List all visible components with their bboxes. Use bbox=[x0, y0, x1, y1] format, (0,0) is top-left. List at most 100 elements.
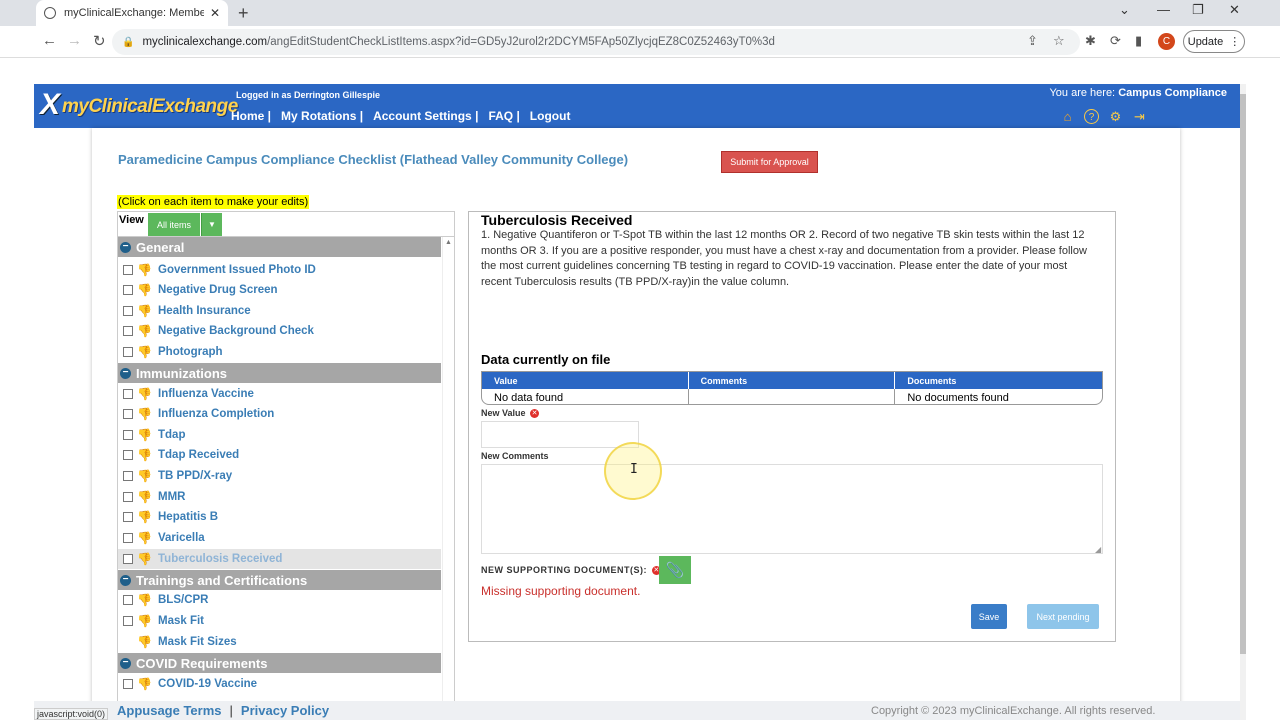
minimize-icon[interactable]: — bbox=[1157, 2, 1170, 17]
collapse-icon[interactable]: − bbox=[120, 367, 131, 379]
checklist-item[interactable]: 👎 Tdap bbox=[118, 425, 441, 445]
url-path: /angEditStudentCheckListItems.aspx?id=GD… bbox=[267, 36, 775, 48]
section-immunizations[interactable]: − Immunizations bbox=[118, 363, 441, 383]
missing-document-message: Missing supporting document. bbox=[481, 584, 641, 598]
new-comments-textarea[interactable] bbox=[481, 464, 1103, 554]
maximize-icon[interactable]: ❐ bbox=[1192, 2, 1204, 18]
home-icon[interactable]: ⌂ bbox=[1060, 109, 1075, 124]
collapse-icon[interactable]: − bbox=[120, 574, 131, 586]
save-button[interactable]: Save bbox=[971, 604, 1007, 629]
url-host: myclinicalexchange.com bbox=[142, 36, 268, 48]
settings-icon[interactable]: ⚙ bbox=[1108, 109, 1123, 124]
nav-my-rotations[interactable]: My Rotations | bbox=[281, 109, 373, 123]
checklist-item[interactable]: 👎 Hepatitis B bbox=[118, 507, 441, 527]
item-checkbox[interactable] bbox=[123, 533, 133, 543]
checklist-scrollbar[interactable]: ▲ bbox=[442, 237, 454, 719]
checklist-item-selected[interactable]: 👎 Tuberculosis Received bbox=[118, 549, 441, 569]
all-items-button[interactable]: All items bbox=[148, 213, 200, 236]
checklist-item[interactable]: 👎 Government Issued Photo ID bbox=[118, 260, 441, 280]
section-title: General bbox=[136, 239, 185, 255]
sync-icon[interactable]: ⟳ bbox=[1110, 33, 1121, 49]
checklist-item[interactable]: 👎 TB PPD/X-ray bbox=[118, 466, 441, 486]
item-checkbox[interactable] bbox=[123, 389, 133, 399]
item-label: Photograph bbox=[158, 346, 223, 358]
share-icon[interactable]: ⇪ bbox=[1027, 33, 1038, 49]
forward-icon[interactable]: → bbox=[67, 32, 82, 49]
item-label: Hepatitis B bbox=[158, 511, 219, 523]
submit-for-approval-button[interactable]: Submit for Approval bbox=[721, 151, 818, 173]
collapse-icon[interactable]: − bbox=[120, 241, 131, 253]
checklist-item[interactable]: 👎 Varicella bbox=[118, 528, 441, 548]
item-checkbox[interactable] bbox=[123, 306, 133, 316]
page-scrollbar-thumb[interactable] bbox=[1240, 94, 1246, 654]
browser-tab-strip: myClinicalExchange: Member Co ✕ + ⌄ — ❐ … bbox=[0, 0, 1280, 26]
item-checkbox[interactable] bbox=[123, 347, 133, 357]
resize-handle-icon[interactable]: ◢ bbox=[1095, 545, 1101, 554]
help-icon[interactable]: ? bbox=[1084, 109, 1099, 124]
thumbs-down-icon: 👎 bbox=[137, 387, 152, 401]
checklist-panel: − General 👎 Government Issued Photo ID 👎 Ne… bbox=[117, 236, 455, 720]
sidepanel-icon[interactable]: ▮ bbox=[1135, 33, 1142, 49]
caret-down-icon[interactable]: ▼ bbox=[201, 213, 222, 236]
privacy-policy-link[interactable]: Privacy Policy bbox=[241, 703, 329, 718]
extensions-icon[interactable]: ✱ bbox=[1085, 33, 1096, 49]
close-tab-icon[interactable]: ✕ bbox=[210, 6, 220, 20]
item-checkbox[interactable] bbox=[123, 512, 133, 522]
item-checkbox[interactable] bbox=[123, 326, 133, 336]
checklist-item[interactable]: 👎 MMR bbox=[118, 487, 441, 507]
item-checkbox[interactable] bbox=[123, 430, 133, 440]
reload-icon[interactable]: ↻ bbox=[93, 32, 106, 50]
section-covid[interactable]: − COVID Requirements bbox=[118, 653, 441, 673]
table-row: No data found No documents found bbox=[482, 389, 1102, 404]
attach-document-button[interactable]: 📎 bbox=[659, 556, 691, 584]
star-icon[interactable]: ☆ bbox=[1053, 33, 1065, 49]
checklist-item[interactable]: 👎 Tdap Received bbox=[118, 445, 441, 465]
checklist-item[interactable]: 👎 BLS/CPR bbox=[118, 590, 441, 610]
item-checkbox[interactable] bbox=[123, 265, 133, 275]
item-checkbox[interactable] bbox=[123, 450, 133, 460]
checklist-item[interactable]: 👎 Negative Drug Screen bbox=[118, 280, 441, 300]
item-checkbox[interactable] bbox=[123, 595, 133, 605]
collapse-icon[interactable]: − bbox=[120, 657, 131, 669]
nav-home[interactable]: Home | bbox=[231, 109, 281, 123]
site-logo[interactable]: X myClinicalExchange bbox=[40, 88, 238, 122]
logged-in-text: Logged in as Derrington Gillespie bbox=[236, 90, 381, 100]
section-trainings[interactable]: − Trainings and Certifications bbox=[118, 570, 441, 590]
checklist-item[interactable]: 👎 Mask Fit Sizes bbox=[118, 632, 441, 652]
section-general[interactable]: − General bbox=[118, 237, 441, 257]
nav-account-settings[interactable]: Account Settings | bbox=[373, 109, 488, 123]
appusage-terms-link[interactable]: Appusage Terms bbox=[117, 703, 222, 718]
item-checkbox[interactable] bbox=[123, 409, 133, 419]
export-icon[interactable]: ⇥ bbox=[1132, 109, 1147, 124]
page-scrollbar[interactable] bbox=[1240, 84, 1246, 720]
item-checkbox[interactable] bbox=[123, 554, 133, 564]
url-field[interactable]: 🔒 myclinicalexchange.com/angEditStudentC… bbox=[112, 29, 1080, 55]
checklist-item[interactable]: 👎 Health Insurance bbox=[118, 301, 441, 321]
checklist-item[interactable]: 👎 COVID-19 Vaccine bbox=[118, 674, 441, 694]
next-pending-button[interactable]: Next pending bbox=[1027, 604, 1099, 629]
thumbs-down-icon: 👎 bbox=[137, 552, 152, 566]
chevron-down-icon[interactable]: ⌄ bbox=[1119, 2, 1130, 18]
item-checkbox[interactable] bbox=[123, 471, 133, 481]
update-button[interactable]: Update ⋮ bbox=[1183, 30, 1245, 53]
new-tab-icon[interactable]: + bbox=[238, 3, 249, 24]
item-checkbox[interactable] bbox=[123, 492, 133, 502]
item-checkbox[interactable] bbox=[123, 285, 133, 295]
nav-logout[interactable]: Logout bbox=[530, 109, 581, 123]
checklist-item[interactable]: 👎 Photograph bbox=[118, 342, 441, 362]
nav-faq[interactable]: FAQ | bbox=[488, 109, 529, 123]
checklist-item[interactable]: 👎 Influenza Vaccine bbox=[118, 384, 441, 404]
browser-tab[interactable]: myClinicalExchange: Member Co ✕ bbox=[36, 0, 228, 26]
item-checkbox[interactable] bbox=[123, 616, 133, 626]
site-header: X myClinicalExchange Logged in as Derrin… bbox=[34, 84, 1240, 128]
scroll-up-icon[interactable]: ▲ bbox=[445, 239, 452, 246]
profile-avatar[interactable]: C bbox=[1158, 33, 1175, 50]
new-value-input[interactable] bbox=[481, 421, 639, 448]
page-title: Paramedicine Campus Compliance Checklist… bbox=[118, 152, 629, 167]
checklist-item[interactable]: 👎 Mask Fit bbox=[118, 611, 441, 631]
close-window-icon[interactable]: ✕ bbox=[1229, 2, 1240, 18]
checklist-item[interactable]: 👎 Influenza Completion bbox=[118, 404, 441, 424]
back-icon[interactable]: ← bbox=[42, 32, 57, 49]
item-checkbox[interactable] bbox=[123, 679, 133, 689]
checklist-item[interactable]: 👎 Negative Background Check bbox=[118, 321, 441, 341]
